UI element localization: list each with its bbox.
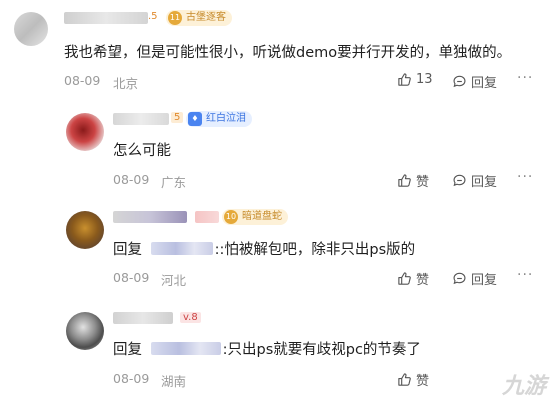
more-options-icon[interactable]: ··· bbox=[517, 70, 533, 86]
thumbs-up-icon bbox=[398, 373, 411, 386]
user-badge: 11 古堡逐客 bbox=[166, 10, 232, 26]
user-badge: ♦ 红白泣泪 bbox=[186, 111, 252, 127]
comment-date: 08-09 bbox=[113, 172, 150, 187]
badge-icon: 11 bbox=[168, 11, 182, 25]
thumbs-up-icon bbox=[398, 174, 411, 187]
username[interactable] bbox=[113, 211, 187, 223]
username[interactable] bbox=[113, 312, 173, 324]
badge-icon: 10 bbox=[224, 210, 238, 224]
reply-button[interactable]: 回复 bbox=[452, 72, 497, 91]
comment-text: 回复 ::怕被解包吧，除非只出ps版的 bbox=[113, 238, 415, 259]
like-count: 13 bbox=[416, 72, 433, 87]
reply-body: :只出ps就要有歧视pc的节奏了 bbox=[222, 342, 421, 358]
avatar[interactable] bbox=[66, 113, 104, 151]
user-level: 5 bbox=[171, 112, 184, 123]
avatar[interactable] bbox=[66, 211, 104, 249]
like-button[interactable]: 赞 bbox=[397, 171, 429, 190]
badge-label: 古堡逐客 bbox=[186, 12, 226, 23]
comment-date: 08-09 bbox=[64, 73, 101, 88]
reply-label: 回复 bbox=[471, 273, 498, 288]
comment-text: 我也希望，但是可能性很小，听说做demo要并行开发的，单独做的。 bbox=[64, 45, 512, 61]
shield-icon: ♦ bbox=[188, 112, 202, 126]
watermark-text: 九游 bbox=[501, 374, 546, 399]
reply-button[interactable]: 回复 bbox=[452, 171, 497, 190]
like-label: 赞 bbox=[416, 175, 430, 190]
comment-text: 怎么可能 bbox=[113, 143, 171, 159]
reply-bubble-icon bbox=[453, 75, 466, 88]
avatar[interactable] bbox=[14, 12, 48, 46]
comment-location: 湖南 bbox=[161, 374, 187, 389]
mention-username[interactable] bbox=[150, 242, 213, 255]
mention-username[interactable] bbox=[150, 342, 221, 355]
more-options-icon[interactable]: ··· bbox=[517, 267, 533, 283]
comment-date: 08-09 bbox=[113, 270, 150, 285]
like-button[interactable]: 赞 bbox=[397, 269, 429, 288]
reply-bubble-icon bbox=[453, 272, 466, 285]
user-badge: 10 暗道盘蛇 bbox=[222, 209, 288, 225]
reply-prefix: 回复 bbox=[113, 342, 142, 358]
avatar[interactable] bbox=[66, 312, 104, 350]
reply-prefix: 回复 bbox=[113, 242, 142, 258]
comment-location: 广东 bbox=[161, 175, 187, 190]
like-button[interactable]: 赞 bbox=[397, 370, 429, 389]
more-options-icon[interactable]: ··· bbox=[517, 169, 533, 185]
comment-text: 回复 :只出ps就要有歧视pc的节奏了 bbox=[113, 338, 421, 359]
comment-location: 北京 bbox=[113, 76, 139, 91]
like-label: 赞 bbox=[416, 273, 430, 288]
comment-location: 河北 bbox=[161, 273, 187, 288]
badge-label: 暗道盘蛇 bbox=[242, 211, 282, 222]
user-level bbox=[195, 211, 219, 223]
watermark-logo: 九游 bbox=[502, 368, 546, 400]
badge-label: 红白泣泪 bbox=[206, 113, 246, 124]
reply-label: 回复 bbox=[471, 175, 498, 190]
user-level: .5 bbox=[148, 11, 158, 22]
username[interactable] bbox=[64, 12, 148, 24]
thumbs-up-icon bbox=[398, 272, 411, 285]
like-label: 赞 bbox=[416, 374, 430, 389]
thumbs-up-icon bbox=[398, 73, 411, 86]
reply-button[interactable]: 回复 bbox=[452, 269, 497, 288]
reply-label: 回复 bbox=[471, 76, 498, 91]
comment-date: 08-09 bbox=[113, 371, 150, 386]
reply-bubble-icon bbox=[453, 174, 466, 187]
like-button[interactable]: 13 bbox=[397, 72, 433, 87]
reply-body: ::怕被解包吧，除非只出ps版的 bbox=[214, 242, 416, 258]
username[interactable] bbox=[113, 113, 169, 125]
user-level: v.8 bbox=[180, 312, 201, 323]
